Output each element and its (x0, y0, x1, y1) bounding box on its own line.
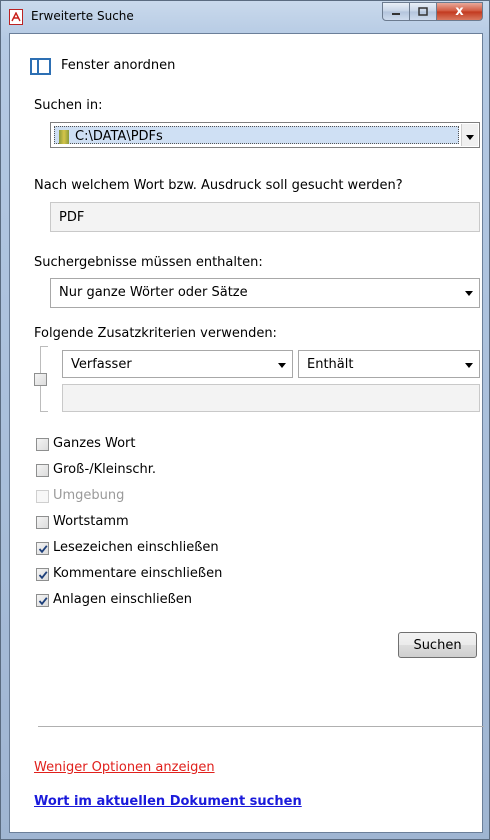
bookmarks-label[interactable]: Lesezeichen einschließen (53, 540, 219, 555)
proximity-checkbox (36, 490, 49, 503)
match-label: Suchergebnisse müssen enthalten: (34, 255, 263, 270)
arrange-windows-link[interactable]: Fenster anordnen (61, 58, 175, 73)
proximity-label: Umgebung (53, 488, 125, 503)
folder-icon (59, 130, 69, 144)
criteria-label: Folgende Zusatzkriterien verwenden: (34, 326, 277, 341)
whole-word-checkbox[interactable] (36, 438, 49, 451)
window-title: Erweiterte Suche (31, 9, 134, 23)
attachments-checkbox[interactable] (36, 594, 49, 607)
divider (38, 726, 484, 727)
dialog-body: Fenster anordnen Suchen in: C:\DATA\PDFs… (9, 33, 484, 833)
stemming-checkbox[interactable] (36, 516, 49, 529)
checkmark-icon (38, 597, 48, 606)
maximize-button[interactable] (410, 2, 437, 21)
criteria-field-value: Verfasser (71, 357, 132, 372)
criteria-field-select[interactable]: Verfasser (62, 350, 293, 378)
bookmarks-checkbox[interactable] (36, 542, 49, 555)
query-label: Nach welchem Wort bzw. Ausdruck soll ges… (34, 178, 403, 193)
match-mode-value: Nur ganze Wörter oder Sätze (59, 285, 248, 300)
criteria-operator-value: Enthält (307, 357, 354, 372)
arrange-windows-icon[interactable] (30, 58, 51, 75)
attachments-label[interactable]: Anlagen einschließen (53, 592, 192, 607)
fewer-options-link[interactable]: Weniger Optionen anzeigen (34, 760, 215, 775)
close-button[interactable]: x (437, 2, 483, 21)
search-current-document-link[interactable]: Wort im aktuellen Dokument suchen (34, 794, 302, 809)
case-sensitive-checkbox[interactable] (36, 464, 49, 477)
minimize-button[interactable] (382, 2, 410, 21)
chevron-down-icon (466, 135, 474, 140)
window-frame: Erweiterte Suche x Fenster anordnen Such… (0, 0, 490, 840)
acrobat-icon (9, 9, 23, 25)
search-button[interactable]: Suchen (398, 632, 477, 658)
checkmark-icon (38, 545, 48, 554)
close-icon: x (455, 4, 464, 19)
whole-word-label[interactable]: Ganzes Wort (53, 436, 136, 451)
case-sensitive-label[interactable]: Groß-/Kleinschr. (53, 462, 156, 477)
comments-checkbox[interactable] (36, 568, 49, 581)
title-bar[interactable]: Erweiterte Suche x (1, 1, 489, 33)
search-location-selected: C:\DATA\PDFs (54, 126, 459, 144)
criteria-operator-select[interactable]: Enthält (298, 350, 480, 378)
criteria-value-input[interactable] (62, 384, 480, 412)
search-location-dropdown-button[interactable] (461, 124, 478, 146)
criteria-enable-checkbox[interactable] (34, 373, 47, 386)
search-location-select[interactable]: C:\DATA\PDFs (50, 122, 480, 148)
minimize-icon (392, 12, 400, 15)
comments-label[interactable]: Kommentare einschließen (53, 566, 222, 581)
maximize-icon (418, 7, 428, 16)
chevron-down-icon (278, 363, 286, 368)
chevron-down-icon (465, 291, 473, 296)
window-controls: x (382, 2, 483, 22)
search-location-value: C:\DATA\PDFs (75, 129, 163, 144)
search-in-label: Suchen in: (34, 98, 103, 113)
search-query-input[interactable]: PDF (50, 202, 480, 232)
match-mode-select[interactable]: Nur ganze Wörter oder Sätze (50, 278, 480, 308)
stemming-label[interactable]: Wortstamm (53, 514, 129, 529)
checkmark-icon (38, 571, 48, 580)
search-query-value: PDF (59, 210, 85, 225)
chevron-down-icon (465, 363, 473, 368)
